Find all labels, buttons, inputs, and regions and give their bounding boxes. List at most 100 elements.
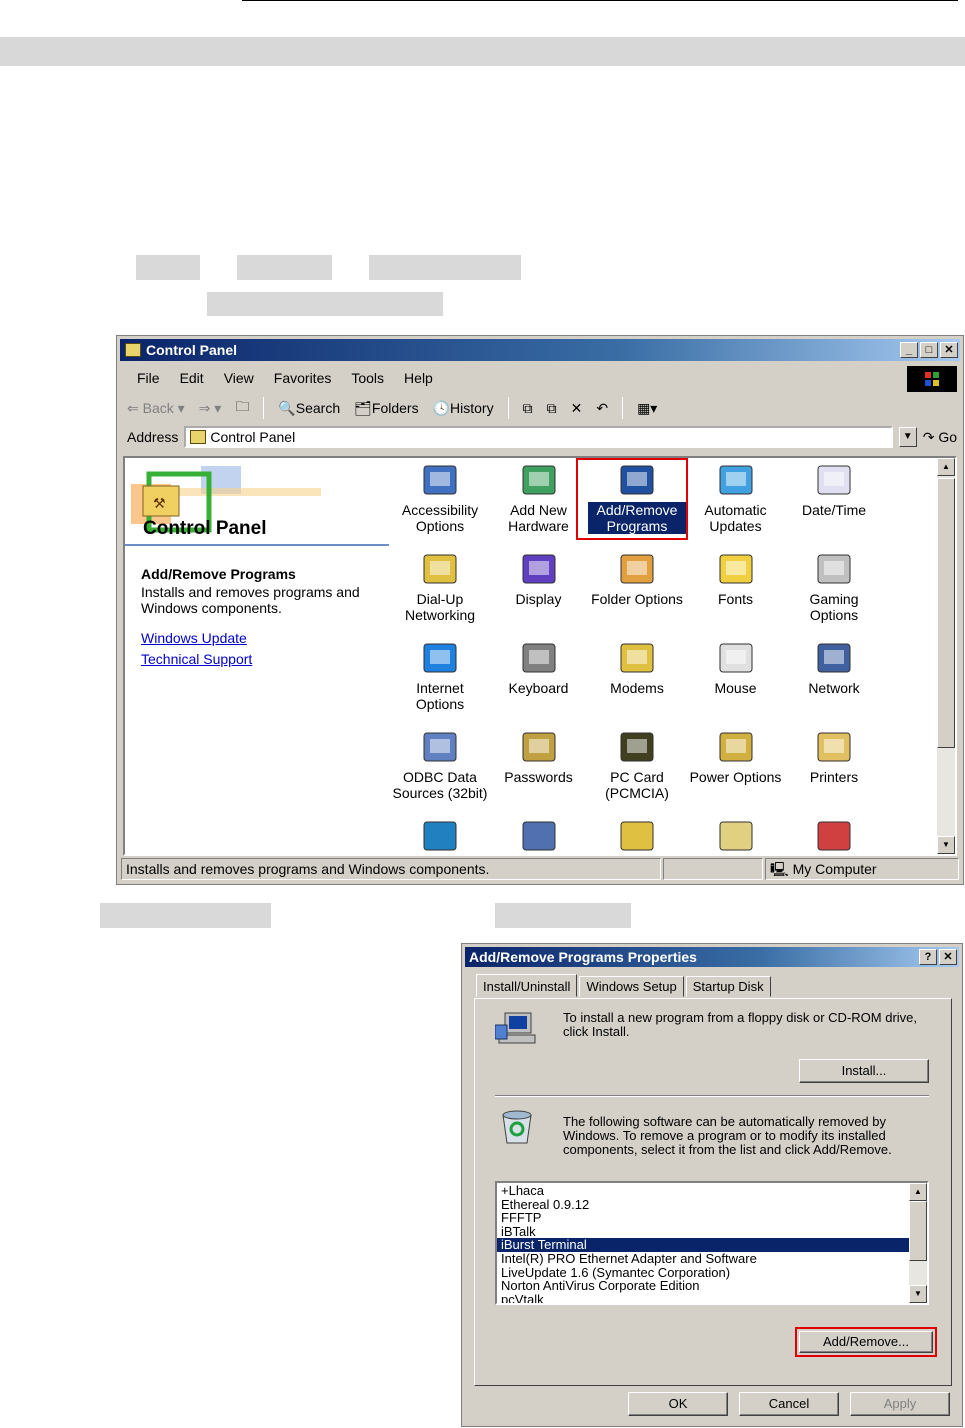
control-panel-item[interactable]: Gaming Options (785, 551, 883, 623)
close-button[interactable]: ✕ (940, 342, 958, 358)
control-panel-item[interactable]: Printers (785, 729, 883, 785)
control-panel-item-partial[interactable] (687, 818, 785, 854)
list-item[interactable]: FFFTP (497, 1211, 927, 1225)
copy-to-icon[interactable]: ⧉ (547, 400, 557, 417)
list-scroll-down-button[interactable]: ▼ (909, 1285, 927, 1303)
scroll-up-button[interactable]: ▲ (937, 458, 955, 476)
back-button[interactable]: ⇐ Back ▾ (127, 400, 185, 417)
page-title: Control Panel (143, 518, 267, 539)
list-item[interactable]: iBTalk (497, 1225, 927, 1239)
info-pane: ⚒ Control Panel Add/Remove Programs Inst… (125, 458, 389, 854)
control-panel-item[interactable]: Accessibility Options (391, 462, 489, 534)
item-label-line: Printers (809, 769, 859, 785)
help-button[interactable]: ? (919, 949, 937, 965)
recycle-icon (502, 1110, 532, 1144)
control-panel-item[interactable]: Folder Options (588, 551, 686, 607)
item-label: Printers (785, 769, 883, 785)
windows-update-link[interactable]: Windows Update (141, 630, 247, 646)
menu-favorites[interactable]: Favorites (264, 366, 342, 390)
vertical-scrollbar[interactable]: ▲ ▼ (937, 458, 955, 854)
menu-help[interactable]: Help (394, 366, 443, 390)
tab-install-uninstall[interactable]: Install/Uninstall (476, 974, 578, 997)
item-label: Internet Options (391, 680, 489, 712)
item-label: Gaming Options (785, 591, 883, 623)
toolbar-separator (263, 397, 265, 419)
list-item[interactable]: LiveUpdate 1.6 (Symantec Corporation) (497, 1265, 927, 1280)
minimize-button[interactable]: _ (900, 342, 918, 358)
undo-icon[interactable]: ↶ (596, 400, 608, 417)
address-input[interactable]: Control Panel (184, 426, 893, 448)
control-panel-item[interactable]: Keyboard (490, 640, 588, 696)
control-panel-item[interactable]: Dial-Up Networking (391, 551, 489, 623)
control-panel-item[interactable]: ODBC Data Sources (32bit) (391, 729, 489, 801)
menu-tools[interactable]: Tools (341, 366, 394, 390)
control-panel-item-partial[interactable] (588, 818, 686, 854)
control-panel-item[interactable]: Date/Time (785, 462, 883, 518)
programs-list[interactable]: +Lhaca Ethereal 0.9.12 FFFTP iBTalk iBurst T… (495, 1181, 929, 1305)
control-panel-item[interactable]: Passwords (490, 729, 588, 785)
redacted-block (136, 255, 200, 280)
dialog-titlebar[interactable]: Add/Remove Programs Properties ? ✕ (465, 947, 959, 967)
list-item[interactable]: Norton AntiVirus Corporate Edition (497, 1279, 927, 1293)
list-scrollbar[interactable]: ▲ ▼ (909, 1183, 927, 1303)
list-item[interactable]: Intel(R) PRO Ethernet Adapter and Softwa… (497, 1252, 927, 1266)
list-item[interactable]: pcVtalk (497, 1293, 927, 1303)
tab-windows-setup[interactable]: Windows Setup (579, 976, 684, 997)
control-panel-item[interactable]: Fonts (687, 551, 785, 607)
menu-edit[interactable]: Edit (170, 366, 214, 390)
folders-button[interactable]: 🗂Folders (354, 400, 418, 417)
forward-button[interactable]: ⇒ ▾ (199, 400, 222, 417)
scroll-thumb[interactable] (937, 478, 955, 748)
partial-item-icon (617, 818, 657, 854)
dialog-close-button[interactable]: ✕ (939, 949, 957, 965)
delete-icon[interactable]: ✕ (571, 400, 583, 417)
window-titlebar[interactable]: Control Panel _ □ ✕ (120, 339, 960, 361)
address-dropdown-button[interactable]: ▼ (898, 427, 917, 447)
item-label-line: Updates (709, 518, 762, 534)
cancel-button[interactable]: Cancel (739, 1392, 839, 1416)
maximize-button[interactable]: □ (920, 342, 938, 358)
control-panel-item[interactable]: PC Card (PCMCIA) (588, 729, 686, 801)
status-zone-label: My Computer (792, 861, 877, 877)
control-panel-item-partial[interactable] (391, 818, 489, 854)
go-button[interactable]: ↷ Go (923, 429, 957, 446)
remove-description: The following software can be automatica… (563, 1114, 892, 1157)
menu-file[interactable]: File (127, 366, 170, 390)
list-scroll-thumb[interactable] (909, 1201, 927, 1261)
control-panel-item[interactable]: Add New Hardware (490, 462, 588, 534)
tab-startup-disk[interactable]: Startup Disk (685, 976, 771, 997)
network-icon (814, 640, 854, 678)
control-panel-item[interactable]: Modems (588, 640, 686, 696)
add-remove-button[interactable]: Add/Remove... (799, 1331, 933, 1353)
technical-support-link[interactable]: Technical Support (141, 651, 252, 667)
up-folder-icon[interactable]: 🗀 (235, 396, 249, 420)
control-panel-item[interactable]: Network (785, 640, 883, 696)
ok-button[interactable]: OK (628, 1392, 728, 1416)
list-item[interactable]: Ethereal 0.9.12 (497, 1197, 927, 1212)
scroll-down-button[interactable]: ▼ (937, 836, 955, 854)
install-button[interactable]: Install... (799, 1059, 929, 1083)
internet-options-icon (420, 640, 460, 678)
control-panel-item[interactable]: Mouse (687, 640, 785, 696)
list-scroll-up-button[interactable]: ▲ (909, 1183, 927, 1201)
list-item[interactable]: +Lhaca (497, 1184, 927, 1198)
control-panel-item[interactable]: Power Options (687, 729, 785, 785)
apply-button[interactable]: Apply (850, 1392, 950, 1416)
control-panel-item-partial[interactable] (490, 818, 588, 854)
redacted-block (207, 292, 443, 316)
search-button[interactable]: 🔍Search (278, 400, 340, 417)
control-panel-item-partial[interactable] (785, 818, 883, 854)
list-item[interactable]: iBurst Terminal (497, 1238, 927, 1252)
item-label-line: Network (808, 680, 860, 696)
redacted-block (495, 903, 631, 928)
views-icon[interactable]: ▦▾ (637, 400, 657, 417)
history-button[interactable]: 🕓History (433, 400, 494, 417)
control-panel-item[interactable]: Display (490, 551, 588, 607)
svg-text:⚒: ⚒ (153, 495, 166, 511)
move-to-icon[interactable]: ⧉ (523, 400, 533, 417)
menu-view[interactable]: View (214, 366, 264, 390)
control-panel-item[interactable]: Automatic Updates (687, 462, 785, 534)
search-icon: 🔍 (278, 399, 296, 416)
status-empty (663, 858, 763, 880)
control-panel-item[interactable]: Internet Options (391, 640, 489, 712)
